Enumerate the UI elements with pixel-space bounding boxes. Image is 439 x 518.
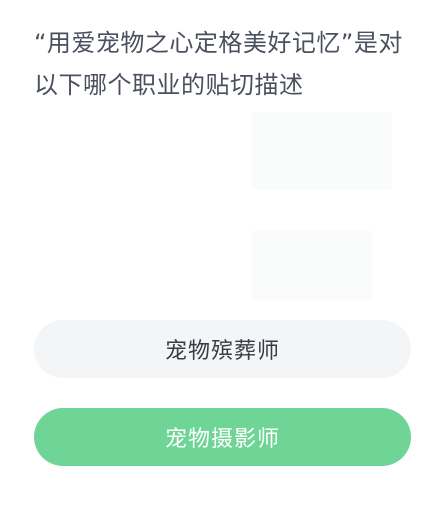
question-text: “用爱宠物之心定格美好记忆”是对 以下哪个职业的贴切描述 <box>34 22 414 106</box>
quiz-page: “用爱宠物之心定格美好记忆”是对 以下哪个职业的贴切描述 宠物殡葬师 宠物摄影师 <box>0 0 439 518</box>
answer-option-a-label: 宠物殡葬师 <box>164 339 280 364</box>
question-line-2: 以下哪个职业的贴切描述 <box>34 71 304 99</box>
background-watermark <box>252 112 392 190</box>
answer-option-a[interactable]: 宠物殡葬师 <box>34 320 411 378</box>
answer-option-b-label: 宠物摄影师 <box>164 427 280 452</box>
question-line-1: “用爱宠物之心定格美好记忆”是对 <box>34 29 403 57</box>
answer-option-b[interactable]: 宠物摄影师 <box>34 408 411 466</box>
background-watermark <box>252 230 372 300</box>
